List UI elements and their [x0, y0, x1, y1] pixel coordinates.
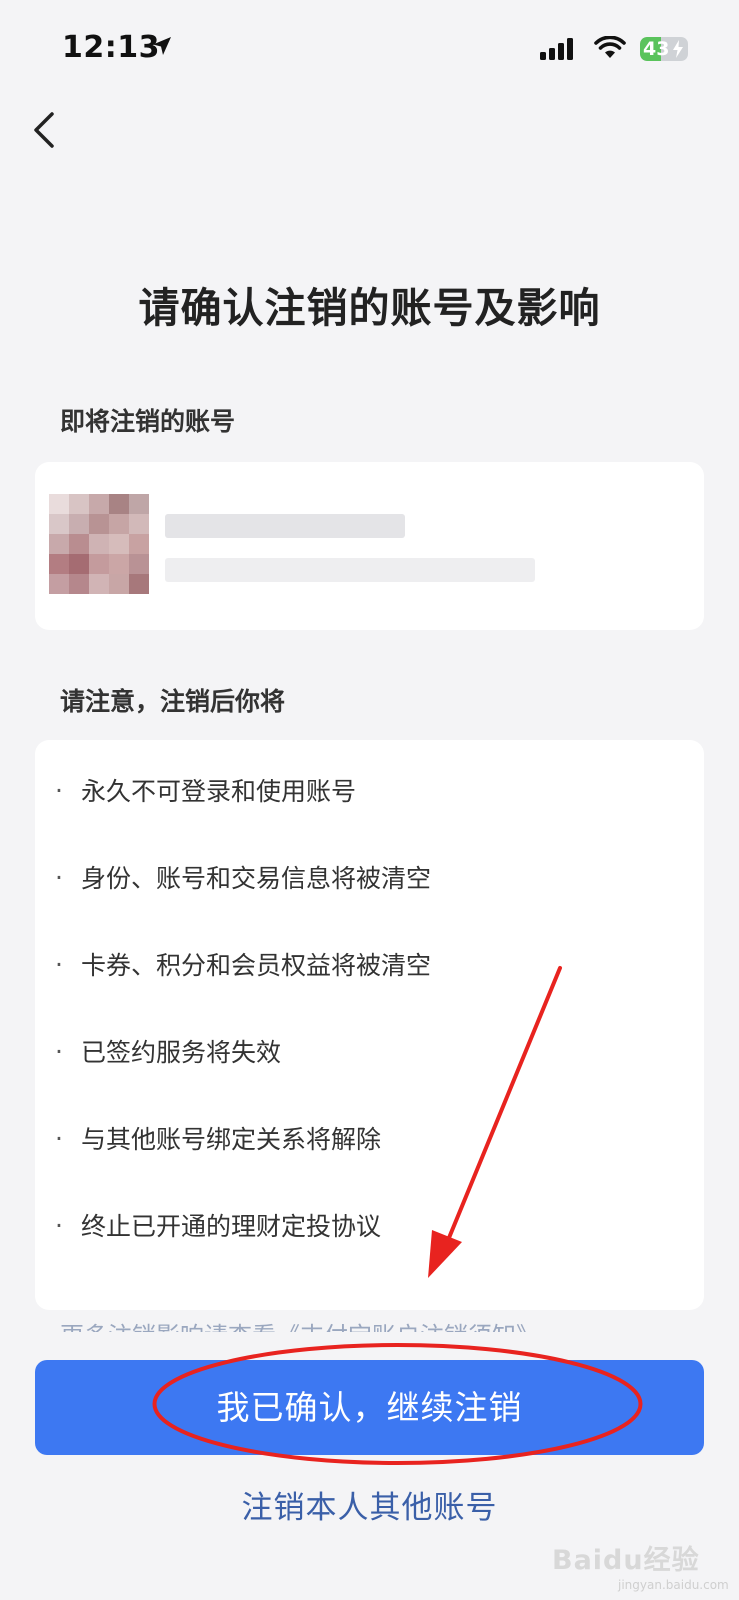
avatar [49, 494, 149, 594]
bullet: · [55, 1210, 63, 1240]
bullet: · [55, 862, 63, 892]
account-id-blurred [165, 558, 535, 582]
wifi-icon [594, 36, 626, 58]
list-item: · 终止已开通的理财定投协议 [55, 1207, 381, 1243]
impact-card: · 永久不可登录和使用账号 · 身份、账号和交易信息将被清空 · 卡券、积分和会员权益… [35, 740, 704, 1310]
location-arrow-icon [153, 37, 171, 55]
annotation-arrow [428, 966, 562, 1278]
cancel-other-accounts-link[interactable]: 注销本人其他账号 [0, 1482, 739, 1527]
status-bar: 12:13 43 [0, 0, 739, 100]
more-impact-link[interactable]: 更多注销影响请查看《支付宝账户注销须知》 [60, 1318, 620, 1332]
bullet: · [55, 775, 63, 805]
status-time: 12:13 [62, 30, 160, 65]
battery-indicator: 43 [640, 37, 688, 61]
page-title: 请确认注销的账号及影响 [138, 284, 601, 332]
list-item-text: 身份、账号和交易信息将被清空 [81, 864, 432, 893]
list-item-text: 已签约服务将失效 [81, 1038, 282, 1067]
list-item-text: 与其他账号绑定关系将解除 [81, 1125, 382, 1154]
account-name-blurred [165, 514, 405, 538]
back-button[interactable] [28, 108, 64, 152]
cellular-signal-icon [540, 38, 573, 60]
list-item-text: 永久不可登录和使用账号 [81, 777, 357, 806]
charging-bolt-icon [673, 40, 683, 58]
list-item: · 已签约服务将失效 [55, 1033, 281, 1069]
account-section-label: 即将注销的账号 [60, 407, 236, 436]
bullet: · [55, 949, 63, 979]
list-item: · 身份、账号和交易信息将被清空 [55, 859, 431, 895]
list-item-text: 终止已开通的理财定投协议 [81, 1212, 382, 1241]
list-item-text: 卡券、积分和会员权益将被清空 [81, 951, 432, 980]
account-card [35, 462, 704, 630]
annotation-ellipse [152, 1343, 643, 1465]
baidu-watermark-url: jingyan.baidu.com [618, 1578, 729, 1592]
list-item: · 永久不可登录和使用账号 [55, 772, 356, 808]
battery-level: 43 [643, 38, 670, 60]
bullet: · [55, 1123, 63, 1153]
bullet: · [55, 1036, 63, 1066]
list-item: · 与其他账号绑定关系将解除 [55, 1120, 381, 1156]
baidu-watermark: Baidu经验 [552, 1545, 700, 1576]
impact-section-label: 请注意，注销后你将 [60, 687, 286, 716]
list-item: · 卡券、积分和会员权益将被清空 [55, 946, 431, 982]
